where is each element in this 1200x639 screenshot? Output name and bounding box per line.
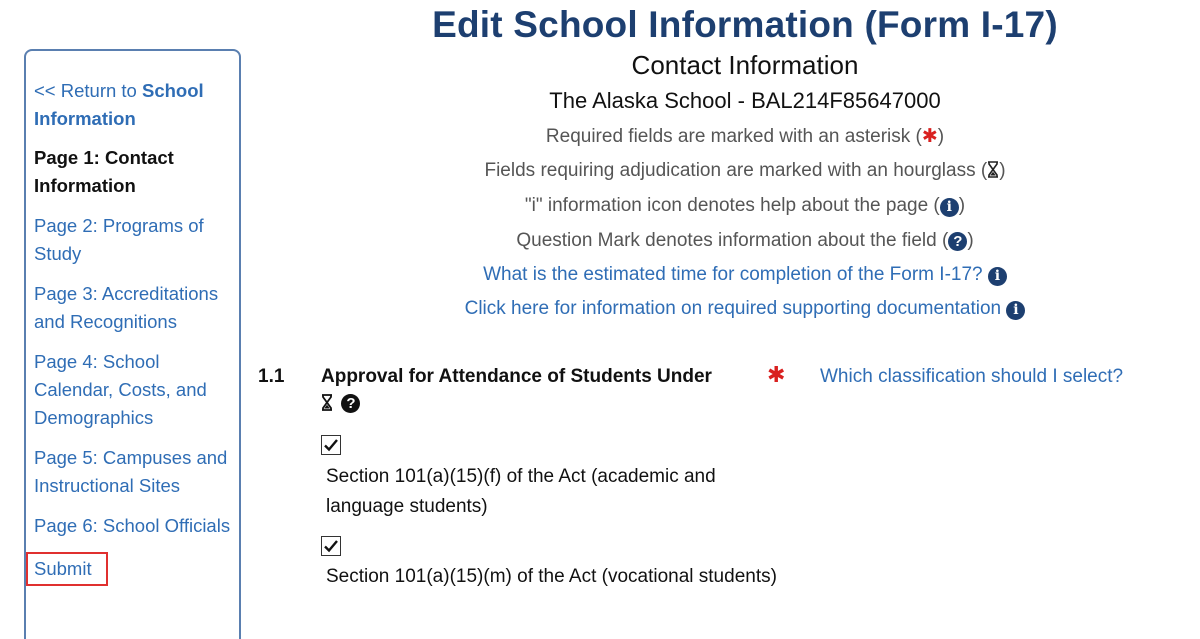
checkmark-icon [324,439,338,452]
sidebar-item-page-6[interactable]: Page 6: School Officials [34,512,231,540]
question-legend-close: ) [967,230,974,251]
checkmark-icon [324,540,338,553]
info-legend-close: ) [958,195,966,216]
page-title: Edit School Information (Form I-17) [432,4,1058,45]
hourglass-icon [322,394,332,411]
classification-help-link[interactable]: Which classification should I select? [820,366,1123,388]
info-legend-text: "i" information icon denotes help about … [524,195,940,216]
option-f-label: Section 101(a)(15)(f) of the Act (academ… [326,466,716,517]
option-m-checkbox[interactable] [321,536,341,556]
sidebar-item-page-4[interactable]: Page 4: School Calendar, Costs, and Demo… [34,348,231,432]
submit-link[interactable]: Submit [26,552,108,586]
adjudication-legend-text: Fields requiring adjudication are marked… [484,160,988,181]
page-subtitle: Contact Information [631,50,859,80]
required-legend-close: ) [937,126,945,147]
sidebar-item-page-5[interactable]: Page 5: Campuses and Instructional Sites [34,444,231,500]
info-icon[interactable]: i [987,267,1007,286]
info-icon[interactable]: i [1006,301,1026,320]
adjudication-legend-close: ) [999,160,1006,181]
hourglass-icon [988,161,999,178]
return-to-school-info-link[interactable]: << Return to School Information [34,77,231,133]
main-content: Edit School Information (Form I-17) Cont… [250,0,1200,639]
adjudication-legend: Fields requiring adjudication are marked… [250,160,1200,182]
option-m-label: Section 101(a)(15)(m) of the Act (vocati… [326,566,777,587]
option-f-checkbox[interactable] [321,435,341,455]
required-legend-text: Required fields are marked with an aster… [545,126,922,147]
question-icon: ? [948,232,968,251]
info-icon: i [939,198,959,217]
asterisk-icon: ✱ [921,126,938,147]
asterisk-icon: ✱ [767,362,786,387]
question-legend-text: Question Mark denotes information about … [516,230,949,251]
question-icon[interactable]: ? [341,394,361,413]
supporting-docs-link[interactable]: Click here for information on required s… [465,298,1002,319]
time-estimate-row: What is the estimated time for completio… [250,264,1200,286]
sidebar-nav: << Return to School Information Page 1: … [24,49,241,639]
sidebar-item-page-1: Page 1: Contact Information [34,147,174,196]
required-legend: Required fields are marked with an aster… [250,125,1200,148]
question-legend: Question Mark denotes information about … [250,230,1200,252]
sidebar-item-page-2[interactable]: Page 2: Programs of Study [34,212,231,268]
return-prefix: << Return to [34,80,142,101]
school-name: The Alaska School - BAL214F85647000 [549,88,941,113]
time-estimate-link[interactable]: What is the estimated time for completio… [483,264,982,285]
question-icons: ? [321,394,361,413]
info-legend: "i" information icon denotes help about … [250,195,1200,217]
sidebar-item-page-3[interactable]: Page 3: Accreditations and Recognitions [34,280,231,336]
question-label: Approval for Attendance of Students Unde… [321,366,712,387]
question-number: 1.1 [258,366,285,387]
supporting-docs-row: Click here for information on required s… [250,298,1200,320]
